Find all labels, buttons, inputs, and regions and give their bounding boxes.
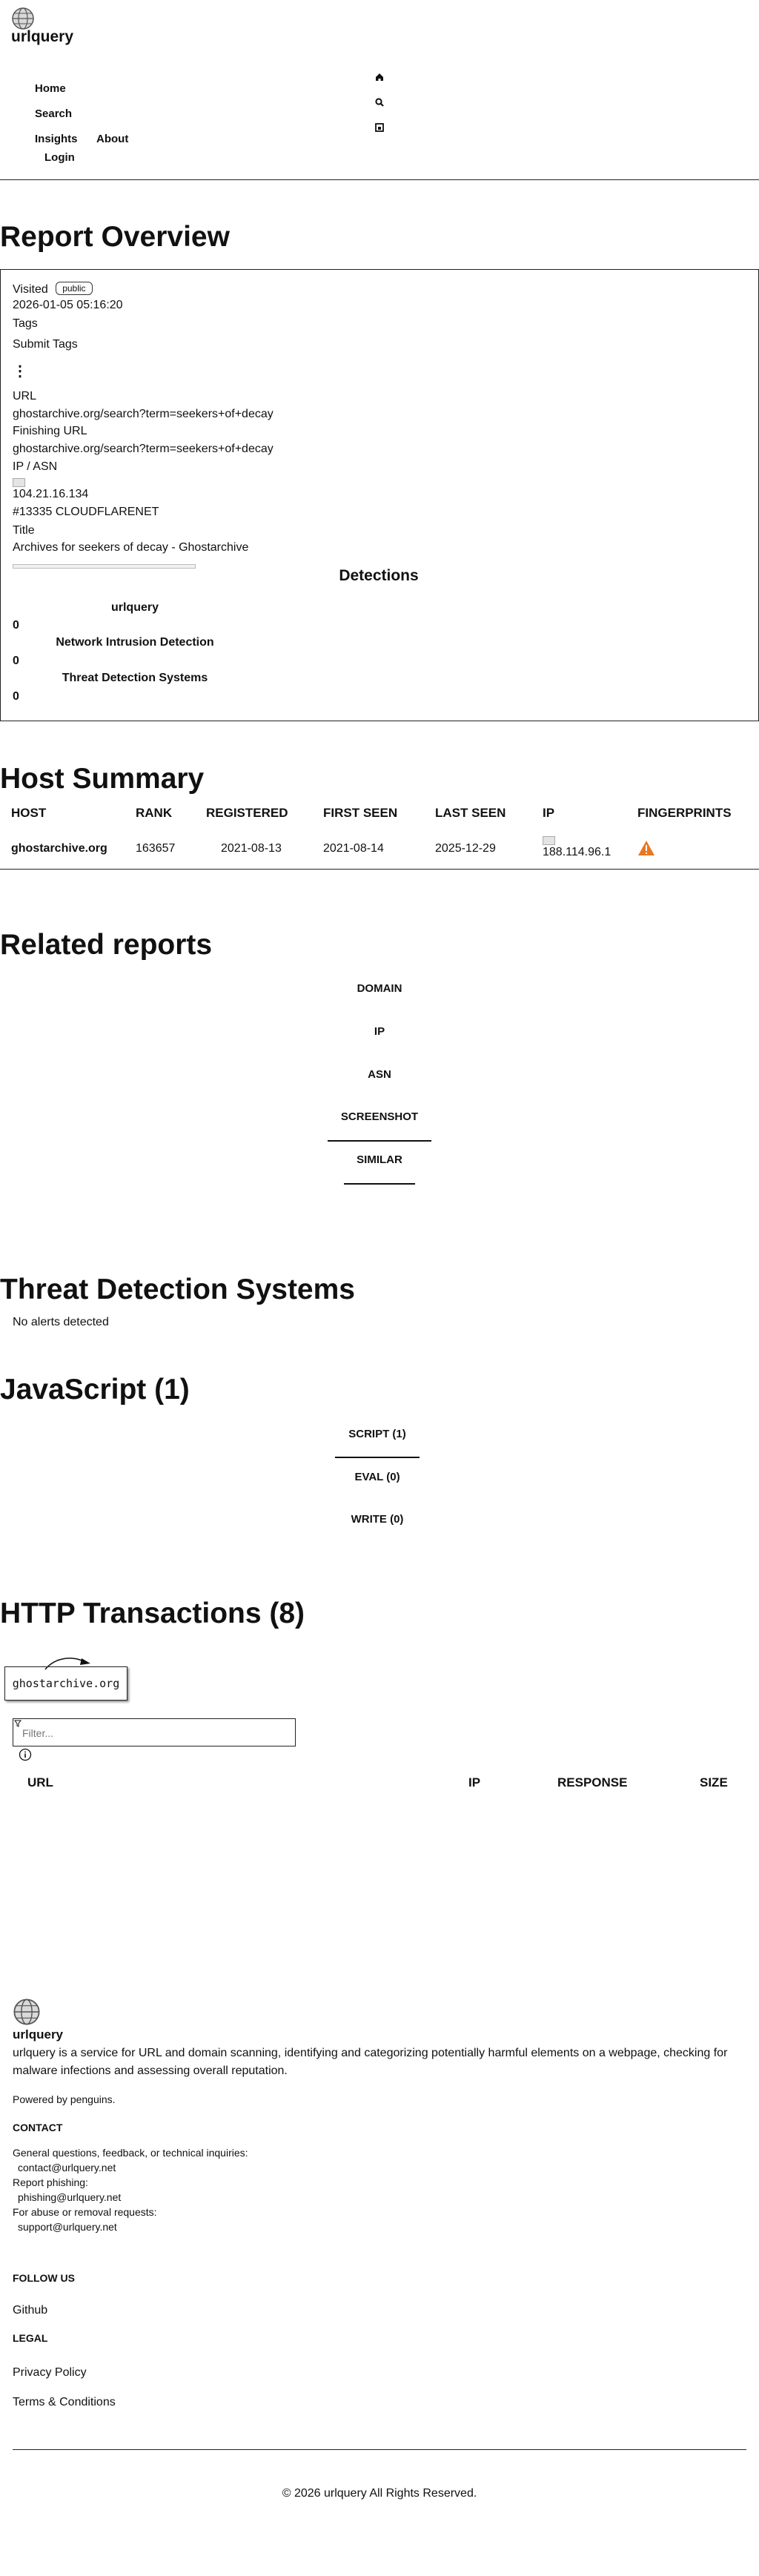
column-rank: RANK (136, 806, 173, 820)
nav-insights[interactable]: Insights (35, 133, 78, 145)
footer-description: urlquery is a service for URL and domain… (13, 2047, 728, 2077)
report-overview-heading: Report Overview (0, 221, 230, 253)
column-response: RESPONSE (557, 1775, 628, 1789)
detection-count-tds: 0 (13, 690, 19, 703)
abuse-label: For abuse or removal requests: (13, 2206, 157, 2218)
visibility-badge: public (56, 282, 93, 295)
terms-link[interactable]: Terms & Conditions (13, 2396, 116, 2409)
tags-label: Tags (13, 317, 38, 330)
header-divider (0, 179, 759, 180)
tab-screenshot-underline (328, 1140, 431, 1142)
detections-heading: Detections (339, 567, 419, 584)
first-seen-cell: 2021-08-14 (323, 842, 384, 855)
urlquery-logo-icon[interactable] (11, 7, 35, 30)
title-label: Title (13, 524, 35, 537)
column-url: URL (27, 1775, 53, 1789)
tab-script-underline (335, 1457, 420, 1458)
url-value[interactable]: ghostarchive.org/search?term=seekers+of+… (13, 408, 274, 421)
tab-asn[interactable]: ASN (305, 1068, 454, 1081)
last-seen-cell: 2025-12-29 (435, 842, 496, 855)
tab-script[interactable]: SCRIPT (1) (303, 1428, 451, 1440)
tab-eval[interactable]: EVAL (0) (303, 1471, 451, 1483)
visited-label: Visited (13, 283, 48, 296)
footer-divider (13, 2449, 746, 2450)
nav-login[interactable]: Login (44, 151, 75, 164)
tab-write[interactable]: WRITE (0) (303, 1513, 451, 1526)
detection-name-tds: Threat Detection Systems (62, 672, 208, 684)
home-icon[interactable] (374, 72, 385, 82)
column-host: HOST (11, 806, 47, 820)
tds-heading: Threat Detection Systems (0, 1274, 355, 1305)
asn-value[interactable]: #13335 CLOUDFLARENET (13, 506, 159, 519)
finishing-url-label: Finishing URL (13, 425, 87, 437)
column-first-seen: FIRST SEEN (323, 806, 398, 820)
tab-ip[interactable]: IP (305, 1025, 454, 1038)
country-flag-icon (13, 478, 25, 487)
search-icon[interactable] (374, 97, 385, 107)
support-email-link[interactable]: support@urlquery.net (18, 2221, 117, 2233)
filter-input[interactable] (21, 1721, 291, 1745)
filter-input-box (13, 1718, 296, 1746)
ip-value[interactable]: 104.21.16.134 (13, 488, 88, 501)
powered-by: Powered by penguins. (13, 2093, 116, 2105)
report-phishing-label: Report phishing: (13, 2176, 88, 2188)
column-fingerprints: FINGERPRINTS (637, 806, 732, 820)
rank-cell: 163657 (136, 842, 176, 855)
brand-name[interactable]: urlquery (11, 28, 73, 46)
tds-message: No alerts detected (13, 1316, 109, 1328)
country-flag-icon (543, 836, 555, 845)
nav-home[interactable]: Home (35, 82, 66, 95)
info-icon[interactable] (19, 1748, 32, 1761)
tab-similar-underline (344, 1183, 415, 1185)
detection-name-nids: Network Intrusion Detection (56, 636, 214, 649)
column-registered: REGISTERED (206, 806, 288, 820)
column-ip: IP (543, 806, 555, 820)
nav-search[interactable]: Search (35, 107, 72, 120)
host-cell[interactable]: ghostarchive.org (11, 842, 107, 855)
tab-domain[interactable]: DOMAIN (305, 982, 454, 995)
url-label: URL (13, 390, 37, 403)
chart-icon[interactable] (374, 122, 385, 133)
warning-icon[interactable] (637, 840, 655, 856)
finishing-url-value[interactable]: ghostarchive.org/search?term=seekers+of+… (13, 443, 274, 456)
more-options-icon[interactable]: ⋮ (13, 362, 27, 380)
filter-icon (14, 1720, 21, 1727)
contact-email-link[interactable]: contact@urlquery.net (18, 2162, 116, 2173)
follow-us-heading: FOLLOW US (13, 2272, 75, 2284)
column-last-seen: LAST SEEN (435, 806, 506, 820)
footer-brand: urlquery (13, 2027, 64, 2042)
http-transactions-heading: HTTP Transactions (8) (0, 1597, 305, 1629)
ip-asn-label: IP / ASN (13, 460, 58, 473)
submit-tags-link[interactable]: Submit Tags (13, 338, 78, 351)
host-table-divider (0, 869, 759, 870)
phishing-email-link[interactable]: phishing@urlquery.net (18, 2191, 121, 2203)
detection-name-urlquery: urlquery (110, 601, 159, 614)
registered-cell: 2021-08-13 (221, 842, 282, 855)
ip-cell[interactable]: 188.114.96.1 (543, 846, 611, 859)
footer-logo-icon (13, 1999, 40, 2025)
report-timestamp: 2026-01-05 05:16:20 (13, 299, 123, 311)
detection-count-urlquery: 0 (13, 619, 19, 632)
column-size: SIZE (700, 1775, 728, 1789)
github-link[interactable]: Github (13, 2304, 47, 2317)
report-overview-panel (0, 269, 759, 721)
tab-screenshot[interactable]: SCREENSHOT (305, 1110, 454, 1123)
tab-similar[interactable]: SIMILAR (305, 1153, 454, 1166)
host-summary-heading: Host Summary (0, 763, 205, 795)
column-transaction-ip: IP (468, 1775, 481, 1789)
related-reports-heading: Related reports (0, 929, 213, 961)
graph-node-host[interactable]: ghostarchive.org (4, 1666, 127, 1701)
javascript-heading: JavaScript (1) (0, 1374, 190, 1405)
detection-count-nids: 0 (13, 655, 19, 667)
page-title-value: Archives for seekers of decay - Ghostarc… (13, 541, 249, 554)
nav-about[interactable]: About (96, 133, 128, 145)
contact-heading: CONTACT (13, 2122, 63, 2133)
general-inquiries-label: General questions, feedback, or technica… (13, 2147, 248, 2159)
copyright: © 2026 urlquery All Rights Reserved. (282, 2487, 477, 2500)
legal-heading: LEGAL (13, 2332, 48, 2344)
privacy-policy-link[interactable]: Privacy Policy (13, 2366, 87, 2380)
visited-row: Visited public (13, 282, 93, 297)
